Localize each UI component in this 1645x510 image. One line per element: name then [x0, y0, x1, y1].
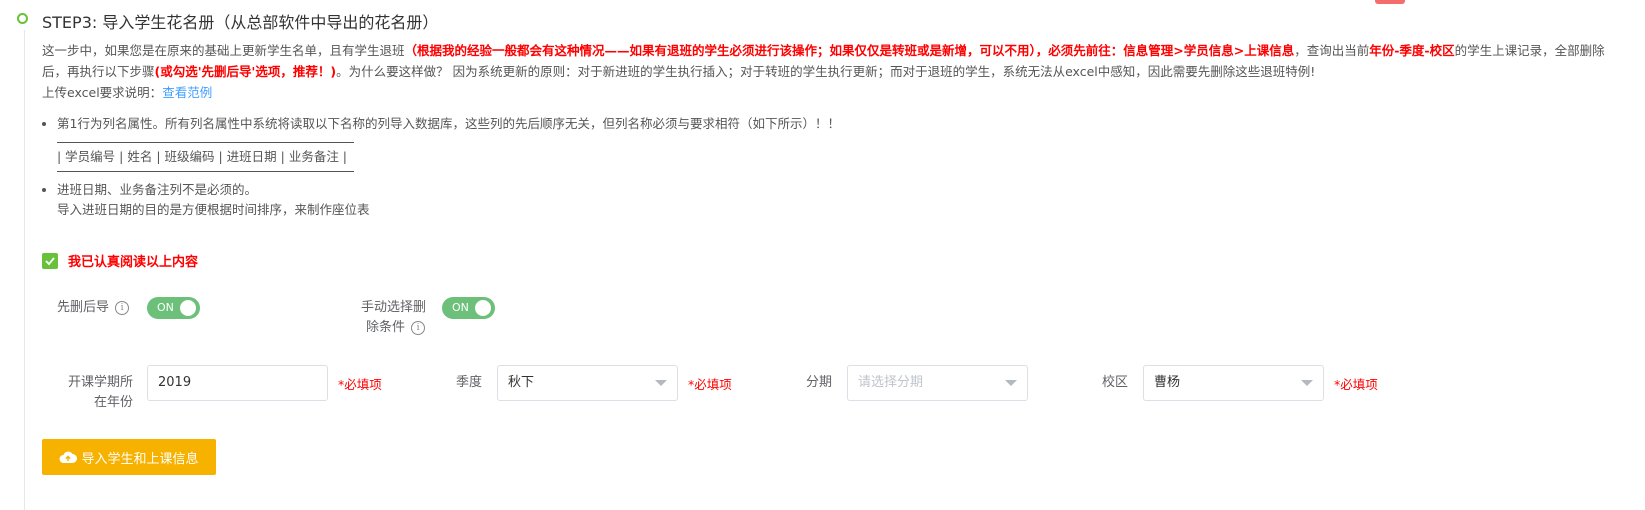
manual-select-switch[interactable]: ON	[442, 297, 495, 319]
columns-table: | 学员编号 | 姓名 | 班级编码 | 进班日期 | 业务备注 |	[57, 142, 354, 172]
season-select[interactable]: 秋下	[497, 365, 678, 401]
chevron-down-icon	[1301, 380, 1313, 386]
confirm-read-label: 我已认真阅读以上内容	[68, 255, 199, 270]
desc-warning-2: 年份-季度-校区	[1369, 43, 1455, 58]
check-icon	[45, 256, 55, 265]
season-select-value: 秋下	[508, 375, 535, 390]
period-select[interactable]: 请选择分期	[847, 365, 1028, 401]
info-icon[interactable]: i	[411, 320, 426, 335]
step-description: 这一步中，如果您是在原来的基础上更新学生名单，且有学生退班（根据我的经验一般都会…	[42, 40, 1622, 103]
chevron-down-icon	[1005, 380, 1017, 386]
view-example-link[interactable]: 查看范例	[162, 85, 212, 100]
year-label-line2: 在年份	[93, 395, 133, 410]
corner-badge	[1375, 0, 1405, 4]
cloud-upload-icon	[59, 451, 78, 463]
desc-text-4: 。为什么要这样做？ 因为系统更新的原则：对于新进班的学生执行插入；对于转班的学生…	[336, 64, 1316, 79]
delete-first-label-wrap: 先删后导 i	[57, 298, 130, 318]
step-title: STEP3: 导入学生花名册（从总部软件中导出的花名册）	[42, 13, 439, 32]
table-divider	[57, 171, 354, 172]
info-icon[interactable]: i	[115, 300, 130, 315]
campus-select[interactable]: 曹杨	[1143, 365, 1324, 401]
campus-required-hint: *必填项	[1334, 377, 1378, 392]
requirement-item: 进班日期、业务备注列不是必须的。	[42, 180, 840, 200]
delete-first-label: 先删后导	[57, 300, 110, 315]
year-required-hint: *必填项	[338, 377, 382, 392]
confirm-read-row[interactable]: 我已认真阅读以上内容	[42, 251, 198, 270]
desc-text-2: ，查询出当前	[1294, 43, 1370, 58]
requirement-subtext: 导入进班日期的目的是方便根据时间排序，来制作座位表	[57, 202, 370, 217]
requirement-item: 第1行为列名属性。所有列名属性中系统将读取以下名称的列导入数据库，这些列的先后顺…	[42, 114, 840, 134]
year-label: 开课学期所 在年份	[66, 373, 133, 413]
manual-select-label-line1: 手动选择删	[361, 300, 427, 315]
confirm-read-checkbox[interactable]	[42, 252, 58, 269]
switch-state-text: ON	[157, 301, 174, 314]
manual-select-label-wrap: 手动选择删 除条件 i	[361, 298, 426, 338]
switch-state-text: ON	[452, 301, 469, 314]
season-required-hint: *必填项	[688, 377, 732, 392]
campus-select-value: 曹杨	[1154, 375, 1181, 390]
columns-row: | 学员编号 | 姓名 | 班级编码 | 进班日期 | 业务备注 |	[57, 149, 348, 164]
desc-text-1: 这一步中，如果您是在原来的基础上更新学生名单，且有学生退班	[42, 43, 405, 58]
desc-warning-1: （根据我的经验一般都会有这种情况——如果有退班的学生必须进行该操作；如果仅仅是转…	[404, 43, 1295, 58]
year-input[interactable]: 2019	[147, 365, 328, 401]
year-label-line1: 开课学期所	[67, 375, 133, 390]
period-label: 分期	[806, 375, 833, 390]
timeline-step-dot	[17, 13, 28, 24]
timeline-line	[24, 30, 25, 510]
delete-first-switch[interactable]: ON	[147, 297, 200, 319]
import-students-button[interactable]: 导入学生和上课信息	[42, 439, 216, 475]
manual-select-label-line2: 除条件	[366, 320, 406, 335]
switch-knob	[180, 300, 196, 316]
requirements-list: 第1行为列名属性。所有列名属性中系统将读取以下名称的列导入数据库，这些列的先后顺…	[42, 114, 840, 220]
import-button-label: 导入学生和上课信息	[81, 451, 199, 467]
period-select-placeholder: 请选择分期	[858, 375, 924, 390]
desc-warning-3: (或勾选'先删后导'选项，推荐！)	[154, 64, 337, 79]
campus-label: 校区	[1102, 375, 1129, 390]
switch-knob	[475, 300, 491, 316]
chevron-down-icon	[655, 380, 667, 386]
desc-text-5: 上传excel要求说明：	[42, 85, 163, 100]
season-label: 季度	[456, 375, 483, 390]
